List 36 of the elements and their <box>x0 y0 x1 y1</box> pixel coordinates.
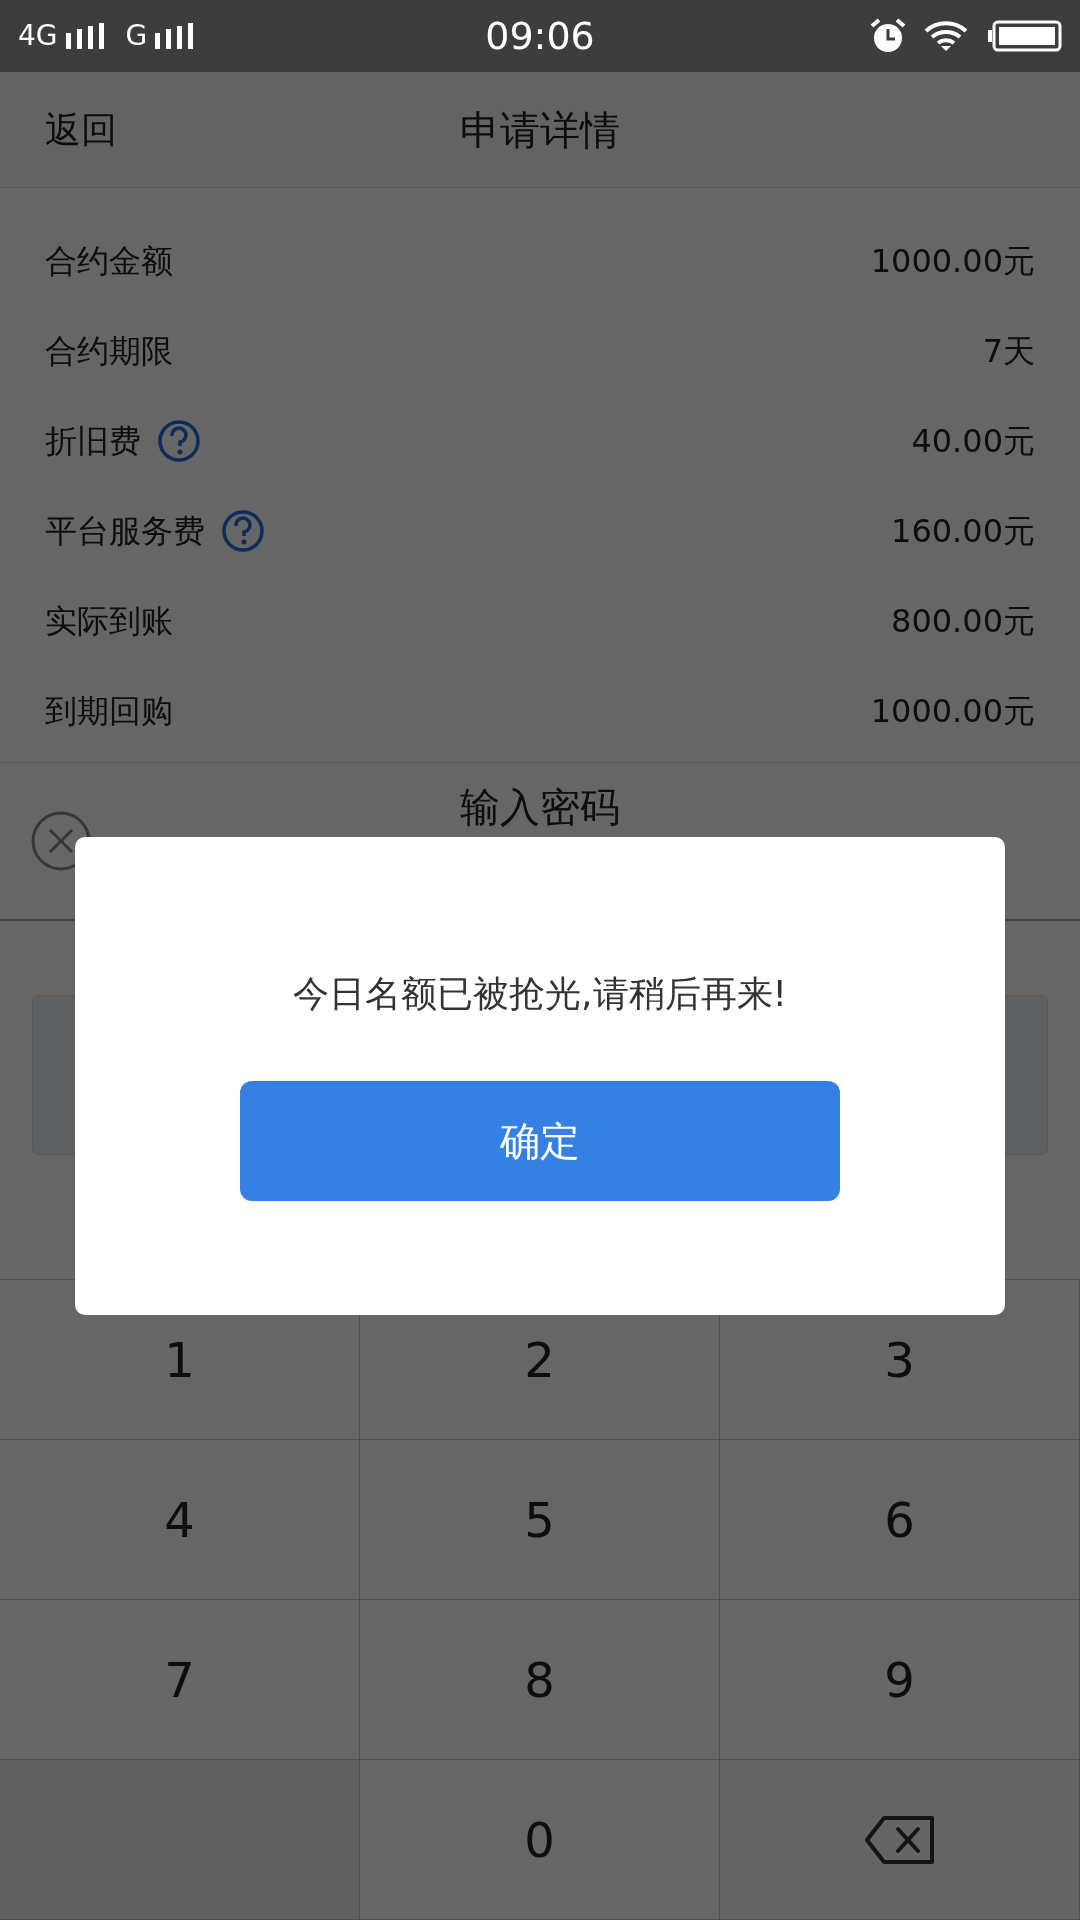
keypad-key[interactable]: 0 <box>360 1760 720 1920</box>
detail-value: 40.00元 <box>911 421 1035 462</box>
wifi-icon <box>924 19 970 53</box>
detail-label: 合约金额 <box>45 241 173 282</box>
clock: 09:06 <box>485 12 595 60</box>
keypad-key[interactable]: 6 <box>720 1440 1080 1600</box>
detail-label: 合约期限 <box>45 331 173 372</box>
detail-value: 1000.00元 <box>870 241 1035 282</box>
sheet-title: 输入密码 <box>460 783 620 831</box>
signal-icon <box>65 23 106 49</box>
detail-value: 800.00元 <box>891 601 1035 642</box>
detail-label: 平台服务费 <box>45 511 205 552</box>
detail-value: 1000.00元 <box>870 691 1035 732</box>
battery-icon <box>988 20 1062 52</box>
help-icon[interactable] <box>157 419 201 463</box>
detail-label: 折旧费 <box>45 421 141 462</box>
back-button[interactable]: 返回 <box>45 102 117 157</box>
confirm-button[interactable]: 确定 <box>240 1081 840 1201</box>
carrier-label: 4G <box>18 18 58 54</box>
keypad-key[interactable]: 9 <box>720 1600 1080 1760</box>
detail-label: 实际到账 <box>45 601 173 642</box>
keypad-key[interactable]: 7 <box>0 1600 360 1760</box>
page-title: 申请详情 <box>460 105 620 155</box>
detail-value: 7天 <box>982 331 1035 372</box>
help-icon[interactable] <box>221 509 265 553</box>
carrier-label: G <box>125 18 148 54</box>
alert-message: 今日名额已被抢光,请稍后再来! <box>293 972 787 1016</box>
signal-icon <box>155 23 196 49</box>
backspace-icon <box>863 1814 936 1865</box>
detail-label: 到期回购 <box>45 691 173 732</box>
keypad-key[interactable]: 8 <box>360 1600 720 1760</box>
backspace-key[interactable] <box>720 1760 1080 1920</box>
keypad-key[interactable]: 5 <box>360 1440 720 1600</box>
alarm-icon <box>870 18 906 54</box>
detail-value: 160.00元 <box>891 511 1035 552</box>
keypad-key[interactable]: 4 <box>0 1440 360 1600</box>
